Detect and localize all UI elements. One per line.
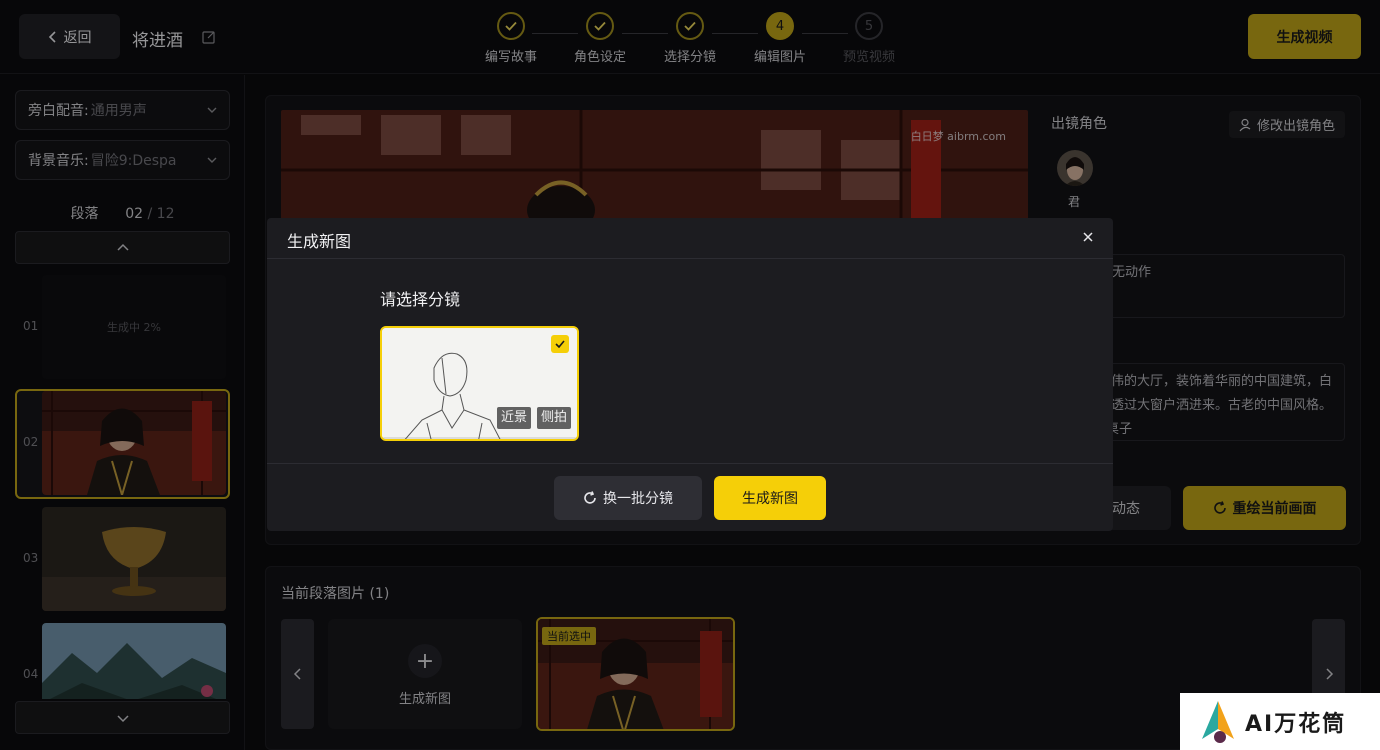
modal-title: 生成新图 xyxy=(287,232,352,251)
swap-batch-button[interactable]: 换一批分镜 xyxy=(554,476,702,520)
angle-tag: 侧拍 xyxy=(537,407,572,429)
generate-new-image-button[interactable]: 生成新图 xyxy=(714,476,826,520)
modal-header: 生成新图 xyxy=(267,218,1113,259)
generate-image-modal: 生成新图 请选择分镜 近景 侧拍 换一批分镜 生成新图 xyxy=(267,218,1113,531)
watermark-text: AI万花筒 xyxy=(1245,712,1347,737)
watermark-logo-icon xyxy=(1202,701,1234,743)
close-icon[interactable] xyxy=(1081,230,1095,244)
swap-batch-label: 换一批分镜 xyxy=(603,491,673,507)
refresh-icon xyxy=(584,491,596,504)
storyboard-option[interactable]: 近景 侧拍 xyxy=(380,326,579,441)
shot-tag: 近景 xyxy=(497,407,532,429)
check-icon xyxy=(551,335,569,353)
modal-subtitle: 请选择分镜 xyxy=(380,290,461,309)
